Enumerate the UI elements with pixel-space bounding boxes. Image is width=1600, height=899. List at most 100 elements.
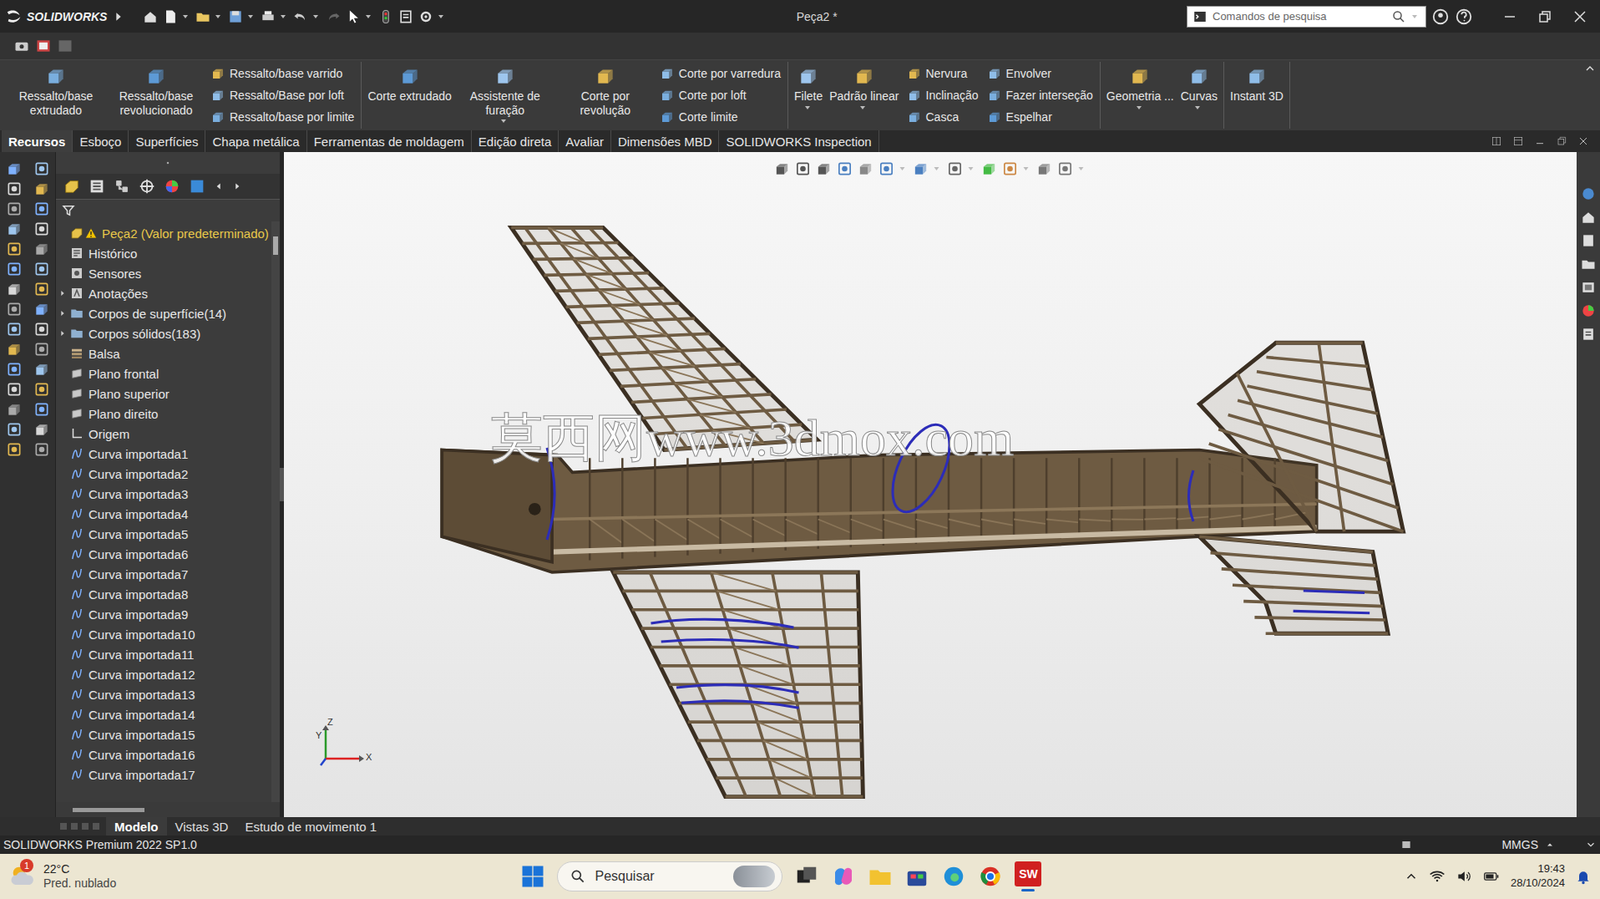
- tree-filter[interactable]: [55, 199, 280, 222]
- user-icon[interactable]: [1431, 7, 1450, 26]
- clock[interactable]: 19:4328/10/2024: [1510, 861, 1565, 891]
- tool-icon[interactable]: [33, 300, 51, 318]
- tool-icon[interactable]: [33, 260, 51, 278]
- tree-item[interactable]: Plano direito: [55, 403, 272, 424]
- dropdown-arrow-icon[interactable]: [215, 15, 221, 19]
- command-tab[interactable]: Avaliar: [558, 130, 612, 152]
- solidworks-app[interactable]: SW: [1014, 860, 1042, 892]
- undo-icon[interactable]: [292, 8, 309, 26]
- ribbon-small-button[interactable]: Corte por varredura: [659, 63, 781, 84]
- windows-start-icon[interactable]: [520, 863, 546, 889]
- ribbon-button-label[interactable]: Padrão linear: [829, 89, 899, 104]
- tile-icon[interactable]: [1489, 134, 1504, 148]
- model-tab[interactable]: Estudo de movimento 1: [236, 816, 385, 836]
- dropdown-arrow-icon[interactable]: [804, 106, 814, 112]
- tree-item[interactable]: Curva importada3: [55, 483, 272, 504]
- dropdown-arrow-icon[interactable]: [501, 119, 507, 123]
- dropdown-arrow-icon[interactable]: [1194, 106, 1200, 110]
- tool-icon[interactable]: [5, 320, 23, 338]
- tool-icon[interactable]: [33, 360, 51, 378]
- tree-item[interactable]: Curva importada5: [55, 523, 272, 544]
- doc-restore-icon[interactable]: [1554, 134, 1569, 148]
- tree-item[interactable]: Corpos de superfície(14): [55, 303, 272, 324]
- dropdown-arrow-icon[interactable]: [1023, 167, 1029, 171]
- tree-item-label[interactable]: Curva importada14: [88, 707, 196, 722]
- ribbon-small-button[interactable]: Envolver: [987, 63, 1094, 84]
- tab-label[interactable]: Recursos: [8, 134, 66, 149]
- close-icon[interactable]: [1564, 6, 1595, 27]
- tab-label[interactable]: Esboço: [79, 134, 122, 149]
- tab-label[interactable]: Estudo de movimento 1: [244, 819, 377, 834]
- dropdown-arrow-icon[interactable]: [313, 15, 319, 19]
- ribbon-button-label[interactable]: Ressalto/base varrido: [229, 66, 343, 81]
- tool-icon[interactable]: [5, 300, 23, 318]
- model-tab[interactable]: Vistas 3D: [167, 816, 238, 836]
- ribbon-button-label[interactable]: Instant 3D: [1230, 89, 1284, 104]
- solidworks-app-label[interactable]: SW: [1014, 860, 1042, 887]
- task-view-icon[interactable]: [794, 863, 820, 889]
- tool-icon[interactable]: [5, 400, 23, 418]
- scroll-right-icon[interactable]: [231, 177, 244, 196]
- ribbon-small-button[interactable]: Ressalto/base por limite: [210, 106, 355, 127]
- search-highlight-image[interactable]: [733, 865, 775, 887]
- time[interactable]: 19:43: [1537, 861, 1565, 876]
- tree-item[interactable]: Anotações: [55, 283, 272, 304]
- tree-item-label[interactable]: Curva importada5: [88, 526, 188, 542]
- ribbon-button[interactable]: Corte por revolução: [556, 61, 655, 129]
- scroll-thumb[interactable]: [273, 236, 279, 255]
- tree-item[interactable]: Histórico: [55, 243, 272, 264]
- file-explorer-icon[interactable]: [1579, 255, 1597, 273]
- edge-icon[interactable]: [941, 863, 967, 889]
- rebuild-icon[interactable]: [377, 8, 395, 26]
- tree-item-label[interactable]: Curva importada12: [88, 667, 196, 682]
- tab-label[interactable]: Dimensões MBD: [617, 134, 713, 149]
- tree-item-label[interactable]: Curva importada1: [88, 446, 188, 461]
- tree-item-label[interactable]: Curva importada2: [88, 466, 188, 482]
- dropdown-arrow-icon[interactable]: [1078, 167, 1084, 171]
- tool-icon[interactable]: [5, 420, 23, 438]
- tree-item[interactable]: Corpos sólidos(183): [55, 323, 272, 344]
- redo-icon[interactable]: [324, 8, 342, 26]
- tool-icon[interactable]: [5, 180, 23, 198]
- ribbon-button-label[interactable]: Nervura: [926, 66, 968, 81]
- app-logo[interactable]: SOLIDWORKS: [5, 7, 107, 26]
- help-icon[interactable]: [1454, 7, 1474, 26]
- tool-icon[interactable]: [33, 320, 51, 338]
- ribbon-small-button[interactable]: Inclinação: [906, 85, 979, 106]
- ribbon-small-button[interactable]: Espelhar: [987, 106, 1094, 127]
- dropdown-arrow-icon[interactable]: [1194, 106, 1204, 112]
- command-search[interactable]: Comandos de pesquisa: [1186, 5, 1427, 28]
- tree-item-label[interactable]: Curva importada15: [88, 727, 196, 742]
- chrome-icon[interactable]: [977, 863, 1003, 889]
- hide-show-icon[interactable]: [946, 160, 964, 178]
- tree-item[interactable]: Balsa: [55, 343, 272, 364]
- tree-item[interactable]: Curva importada15: [55, 724, 272, 745]
- tree-item-label[interactable]: Curva importada10: [88, 627, 196, 642]
- tree-item[interactable]: Curva importada7: [55, 563, 272, 584]
- tree-item-label[interactable]: Curva importada13: [88, 687, 196, 702]
- ribbon-small-button[interactable]: Corte por loft: [659, 85, 781, 106]
- ribbon-button-label[interactable]: Espelhar: [1006, 110, 1053, 124]
- ribbon-button-label[interactable]: Inclinação: [926, 88, 979, 102]
- tree-item-label[interactable]: Curva importada11: [88, 647, 194, 662]
- resources-icon[interactable]: [1579, 185, 1597, 203]
- print-icon[interactable]: [259, 8, 277, 26]
- command-tab[interactable]: Ferramentas de moldagem: [307, 130, 472, 152]
- tree-item[interactable]: Curva importada14: [55, 703, 272, 725]
- tool-icon[interactable]: [33, 340, 51, 358]
- airplane-model[interactable]: [283, 151, 1577, 817]
- tab-label[interactable]: Vistas 3D: [175, 819, 229, 834]
- ribbon-button[interactable]: Curvas: [1178, 61, 1221, 129]
- tree-item[interactable]: Curva importada8: [55, 583, 272, 604]
- ribbon-button-label[interactable]: Casca: [926, 110, 960, 124]
- tree-item-label[interactable]: Curva importada7: [88, 567, 188, 582]
- expander[interactable]: [55, 308, 70, 319]
- date[interactable]: 28/10/2024: [1510, 875, 1565, 891]
- view-palette-icon[interactable]: [1579, 278, 1597, 296]
- display-style-icon[interactable]: [912, 160, 930, 178]
- dropdown-arrow-icon[interactable]: [280, 15, 286, 19]
- tool-icon[interactable]: [5, 360, 23, 378]
- appearances-icon[interactable]: [1579, 302, 1597, 319]
- battery-icon[interactable]: [1482, 867, 1501, 885]
- config-manager-icon[interactable]: [112, 177, 132, 196]
